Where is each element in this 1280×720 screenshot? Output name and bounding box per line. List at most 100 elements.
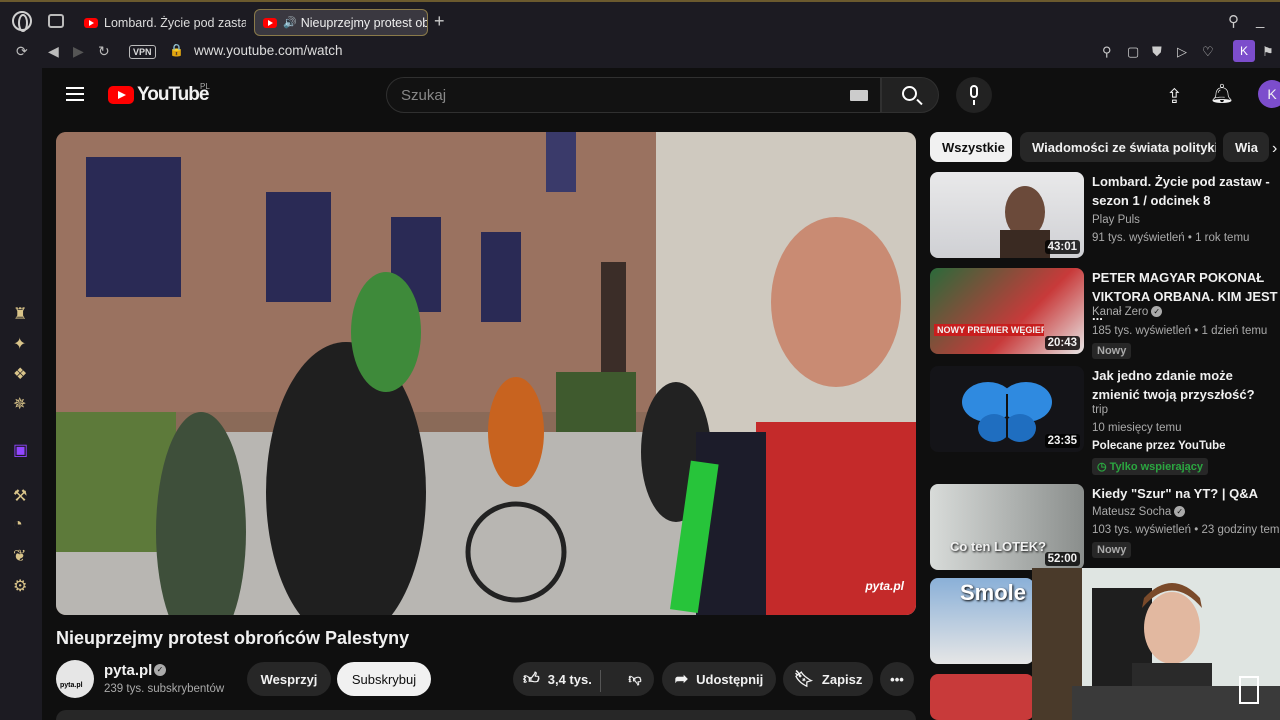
forward-icon[interactable]: ▶ <box>73 43 84 60</box>
video-duration: 52:00 <box>1044 552 1080 566</box>
like-count: 3,4 tys. <box>547 671 592 687</box>
video-duration: 23:35 <box>1044 434 1080 448</box>
verified-icon: ✓ <box>1174 506 1186 518</box>
save-button[interactable]: 🔖︎ Zapisz <box>783 662 873 696</box>
pin-icon[interactable]: ⚲ <box>1102 44 1112 60</box>
reload-sidebar-icon[interactable]: ⟳ <box>16 43 28 60</box>
video-duration: 20:43 <box>1044 336 1080 350</box>
share-icon: ➦ <box>674 671 689 688</box>
snapshot-icon[interactable]: ▢ <box>1127 44 1139 60</box>
channel-name[interactable]: Mateusz Socha ✓ <box>1092 506 1186 518</box>
twitch-icon[interactable]: ▣ <box>13 440 28 460</box>
reload-icon[interactable]: ↻ <box>98 43 110 60</box>
sidebar-bug-icon[interactable]: ❖ <box>13 364 27 384</box>
heart-icon[interactable]: ♡ <box>1202 44 1214 60</box>
video-thumbnail[interactable]: 23:35 <box>930 366 1084 452</box>
browser-tab-bar: Lombard. Życie pod zastaw 🔊 Nieuprzejmy … <box>0 0 1280 40</box>
video-thumbnail[interactable] <box>930 674 1034 720</box>
channel-avatar[interactable] <box>56 660 94 698</box>
back-icon[interactable]: ◀ <box>48 43 59 60</box>
tab-active-video[interactable]: 🔊 Nieuprzejmy protest ob <box>254 9 428 36</box>
url-field[interactable]: www.youtube.com/watch <box>194 43 343 58</box>
channel-name[interactable]: Play Puls <box>1092 214 1140 226</box>
region-code: PL <box>200 82 210 91</box>
video-thumbnail[interactable]: NOWY PREMIER WĘGIER? 20:43 <box>930 268 1084 354</box>
recommendation-item[interactable]: 23:35 Jak jedno zdanie może zmienić twoj… <box>930 366 1280 478</box>
channel-name[interactable]: Kanał Zero ✓ <box>1092 306 1163 318</box>
voice-search-button[interactable] <box>956 77 992 113</box>
chip-politics[interactable]: Wiadomości ze świata polityki <box>1020 132 1216 162</box>
recommendation-item[interactable]: Smole <box>930 578 1034 720</box>
minimize-icon[interactable]: _ <box>1256 12 1264 29</box>
settings-icon[interactable]: ⚙ <box>13 576 27 596</box>
video-player[interactable]: pyta.pl <box>56 132 916 615</box>
new-tab-button[interactable]: + <box>434 11 445 32</box>
youtube-logo[interactable]: YouTube <box>108 84 209 106</box>
vpn-badge[interactable]: VPN <box>129 45 156 59</box>
thumbnail-text: Co ten LOTEK? <box>950 539 1047 554</box>
sidebar-compass-icon[interactable]: ✦ <box>13 334 26 354</box>
tab-title: Nieuprzejmy protest ob <box>300 15 428 30</box>
more-icon: ••• <box>890 671 904 687</box>
microphone-icon <box>970 85 978 105</box>
chip-label: Wszystkie <box>942 139 1005 155</box>
speaker-icon[interactable]: 🔊 <box>283 16 297 29</box>
resize-handle[interactable] <box>1239 676 1259 704</box>
video-thumbnail[interactable]: 43:01 <box>930 172 1084 258</box>
tab-search-icon[interactable]: ⚲ <box>1228 12 1239 30</box>
shield-icon[interactable]: ⛊ <box>1152 44 1162 60</box>
logo-text: YouTube <box>137 84 209 105</box>
video-title[interactable]: Kiedy "Szur" na YT? | Q&A <box>1092 484 1280 503</box>
video-meta: 185 tys. wyświetleń • 1 dzień temu <box>1092 325 1268 337</box>
account-avatar[interactable]: K <box>1258 80 1280 108</box>
thumbnail-text: NOWY PREMIER WĘGIER? <box>934 324 1044 336</box>
recommendation-item[interactable]: 43:01 Lombard. Życie pod zastaw - sezon … <box>930 172 1280 262</box>
search-button[interactable] <box>881 77 939 113</box>
video-title[interactable]: Jak jedno zdanie może zmienić twoją przy… <box>1092 366 1280 404</box>
history-icon[interactable]: ◔ <box>13 516 23 534</box>
share-label: Udostępnij <box>696 671 764 687</box>
more-actions-button[interactable]: ••• <box>880 662 914 696</box>
video-thumbnail[interactable]: Smole <box>930 578 1034 664</box>
save-label: Zapisz <box>821 671 863 687</box>
player-icon[interactable]: ▷ <box>1177 44 1187 60</box>
tab-islands-icon[interactable] <box>48 14 64 28</box>
upload-icon[interactable]: ⇪ <box>1166 84 1183 109</box>
notifications-icon[interactable]: 🔔︎ <box>1210 82 1234 106</box>
thumbnail-text: Smole <box>960 580 1027 605</box>
video-title[interactable]: Lombard. Życie pod zastaw - sezon 1 / od… <box>1092 172 1280 210</box>
tab-lombard[interactable]: Lombard. Życie pod zastaw <box>76 9 246 36</box>
keyboard-icon[interactable] <box>850 90 868 101</box>
profile-avatar[interactable]: K <box>1233 40 1255 62</box>
video-thumbnail[interactable]: Co ten LOTEK? 52:00 <box>930 484 1084 570</box>
youtube-favicon-icon <box>263 17 277 28</box>
extensions-icon[interactable]: ⚑ <box>1262 44 1274 60</box>
sidebar-chess-icon[interactable]: ♜ <box>13 304 27 324</box>
address-bar <box>0 40 1280 68</box>
search-input[interactable]: Szukaj <box>386 77 881 113</box>
share-button[interactable]: ➦ Udostępnij <box>662 662 776 696</box>
recommendation-item[interactable]: NOWY PREMIER WĘGIER? 20:43 PETER MAGYAR … <box>930 268 1280 364</box>
dislike-button[interactable]: 👎︎ <box>616 662 654 696</box>
subscribe-label: Subskrybuj <box>351 671 417 687</box>
channel-name[interactable]: pyta.pl <box>104 662 152 679</box>
menu-icon[interactable] <box>66 87 84 101</box>
subscribe-button[interactable]: Subskrybuj <box>337 662 431 696</box>
chip-all[interactable]: Wszystkie <box>930 132 1012 162</box>
thumbs-up-icon: 👍︎ <box>523 670 540 688</box>
support-label: Wesprzyj <box>260 671 318 687</box>
support-button[interactable]: Wesprzyj <box>247 662 331 696</box>
sidebar-star-icon[interactable]: ✵ <box>13 394 26 414</box>
opera-menu-icon[interactable] <box>12 11 32 32</box>
chevron-right-icon[interactable]: › <box>1272 140 1277 158</box>
channel-name[interactable]: trip <box>1092 404 1108 416</box>
video-watermark: pyta.pl <box>865 579 904 593</box>
sidebar-tool-icon[interactable]: ⚒ <box>13 486 27 506</box>
tab-title: Lombard. Życie pod zastaw <box>104 15 246 30</box>
sidebar-fruit-icon[interactable]: ❦ <box>13 546 26 566</box>
description-box[interactable] <box>56 710 916 720</box>
recommendation-item[interactable]: Co ten LOTEK? 52:00 Kiedy "Szur" na YT? … <box>930 484 1280 576</box>
video-title: Nieuprzejmy protest obrońców Palestyny <box>56 628 410 648</box>
chip-more[interactable]: Wia <box>1223 132 1269 162</box>
lock-icon[interactable]: 🔒 <box>169 43 184 57</box>
